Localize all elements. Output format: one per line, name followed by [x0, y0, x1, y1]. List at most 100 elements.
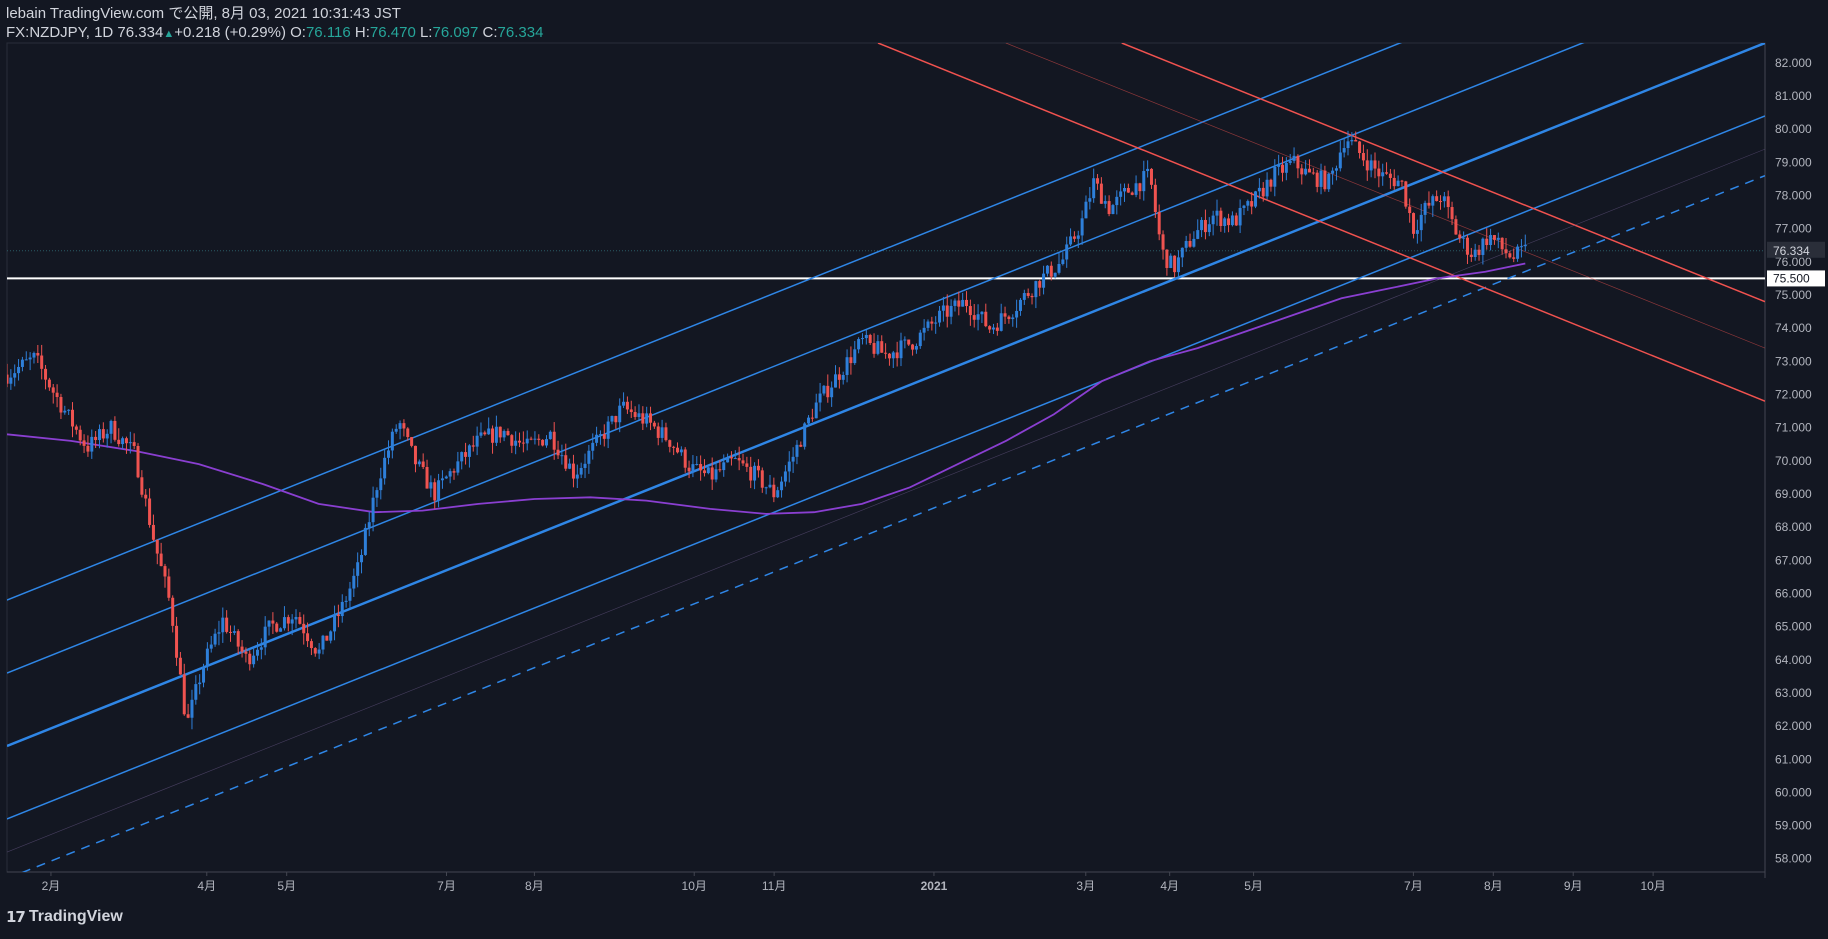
candle-down [1323, 170, 1327, 190]
price-axis[interactable]: 82.00081.00080.00079.00078.00077.00076.0… [1767, 56, 1825, 866]
candle-down [521, 442, 525, 444]
candle-up [348, 588, 352, 601]
candle-down [452, 471, 456, 473]
candle-down [225, 617, 229, 632]
candle-up [1045, 265, 1049, 274]
candle-up [386, 450, 390, 458]
candle-up [356, 562, 360, 576]
candle-down [248, 653, 252, 665]
candle-up [691, 464, 695, 472]
candle-up [1184, 240, 1188, 248]
candle-up [363, 527, 367, 555]
candle-up [1080, 218, 1084, 236]
candle-down [410, 437, 414, 446]
candle-down [275, 623, 279, 632]
candle-up [198, 682, 202, 685]
price-tick-label: 64.000 [1775, 653, 1812, 667]
candle-down [826, 385, 830, 398]
candle-up [1334, 168, 1338, 171]
candle-up [1015, 310, 1019, 318]
candle-up [213, 633, 217, 645]
candle-down [413, 445, 417, 465]
candle-up [722, 462, 726, 471]
candle-down [518, 440, 522, 443]
candle-up [695, 464, 699, 466]
candle-down [1450, 207, 1454, 220]
candle-up [333, 614, 337, 632]
time-tick-label: 10月 [682, 879, 707, 893]
candle-down [965, 299, 969, 307]
candle-up [1516, 246, 1520, 259]
candle-up [367, 522, 371, 528]
candle-up [899, 340, 903, 359]
candle-down [86, 445, 90, 452]
candle-up [1065, 244, 1069, 260]
candle-up [783, 471, 787, 482]
channel-line [7, 115, 1765, 820]
candle-up [340, 601, 344, 617]
candle-up [622, 401, 626, 406]
grid [6, 42, 1766, 878]
price-tick-label: 81.000 [1775, 89, 1812, 103]
price-tick-label: 68.000 [1775, 520, 1812, 534]
candle-down [1296, 155, 1300, 169]
candle-up [9, 377, 13, 384]
candle-up [579, 467, 583, 475]
candle-down [229, 631, 233, 633]
candle-up [1169, 255, 1173, 268]
candle-up [232, 631, 236, 633]
candle-up [795, 444, 799, 457]
candle-down [737, 458, 741, 461]
candle-up [128, 442, 132, 444]
candle-down [633, 412, 637, 417]
candle-up [1207, 224, 1211, 233]
candle-down [614, 416, 618, 423]
candle-down [159, 553, 163, 567]
last-price-tag-label: 76.334 [1773, 244, 1810, 258]
candle-down [1500, 237, 1504, 250]
candle-up [1084, 201, 1088, 219]
candle-down [1130, 192, 1134, 195]
candle-up [1053, 272, 1057, 277]
candle-up [1018, 299, 1022, 311]
candle-up [949, 305, 953, 317]
candle-up [1022, 293, 1026, 300]
candle-up [28, 357, 32, 360]
candle-down [498, 426, 502, 438]
candle-down [425, 466, 429, 489]
candle-up [1111, 205, 1115, 215]
candle-up [13, 373, 17, 378]
candle-down [1038, 281, 1042, 288]
candle-up [853, 349, 857, 364]
candle-up [679, 449, 683, 453]
candle-up [444, 476, 448, 479]
candle-up [903, 339, 907, 341]
candle-down [1404, 181, 1408, 207]
price-chart[interactable]: 82.00081.00080.00079.00078.00077.00076.0… [0, 0, 1828, 939]
candle-down [40, 355, 44, 369]
candle-up [1134, 183, 1138, 195]
candle-down [1161, 234, 1165, 250]
candle-down [957, 300, 961, 307]
candle-up [961, 299, 965, 307]
candle-down [729, 457, 733, 459]
candle-up [437, 480, 441, 501]
candle-up [776, 490, 780, 498]
candle-up [1473, 249, 1477, 258]
trendlines[interactable] [7, 0, 1765, 879]
candle-up [1034, 281, 1038, 298]
candle-down [1385, 172, 1389, 174]
candle-up [1496, 237, 1500, 240]
candle-down [1165, 249, 1169, 268]
candle-down [625, 401, 629, 410]
candle-down [406, 428, 410, 438]
candle-up [922, 327, 926, 333]
candle-up [787, 461, 791, 472]
candle-up [290, 619, 294, 624]
candle-down [175, 625, 179, 658]
time-axis[interactable]: 2月 4月 5月 7月 8月 10月 11月 2021 3月 4月 5月 7月 8月 9月 10月 [42, 872, 1666, 893]
candle-up [610, 416, 614, 422]
candle-down [1227, 218, 1231, 226]
candle-up [24, 359, 28, 361]
candle-up [1442, 196, 1446, 202]
